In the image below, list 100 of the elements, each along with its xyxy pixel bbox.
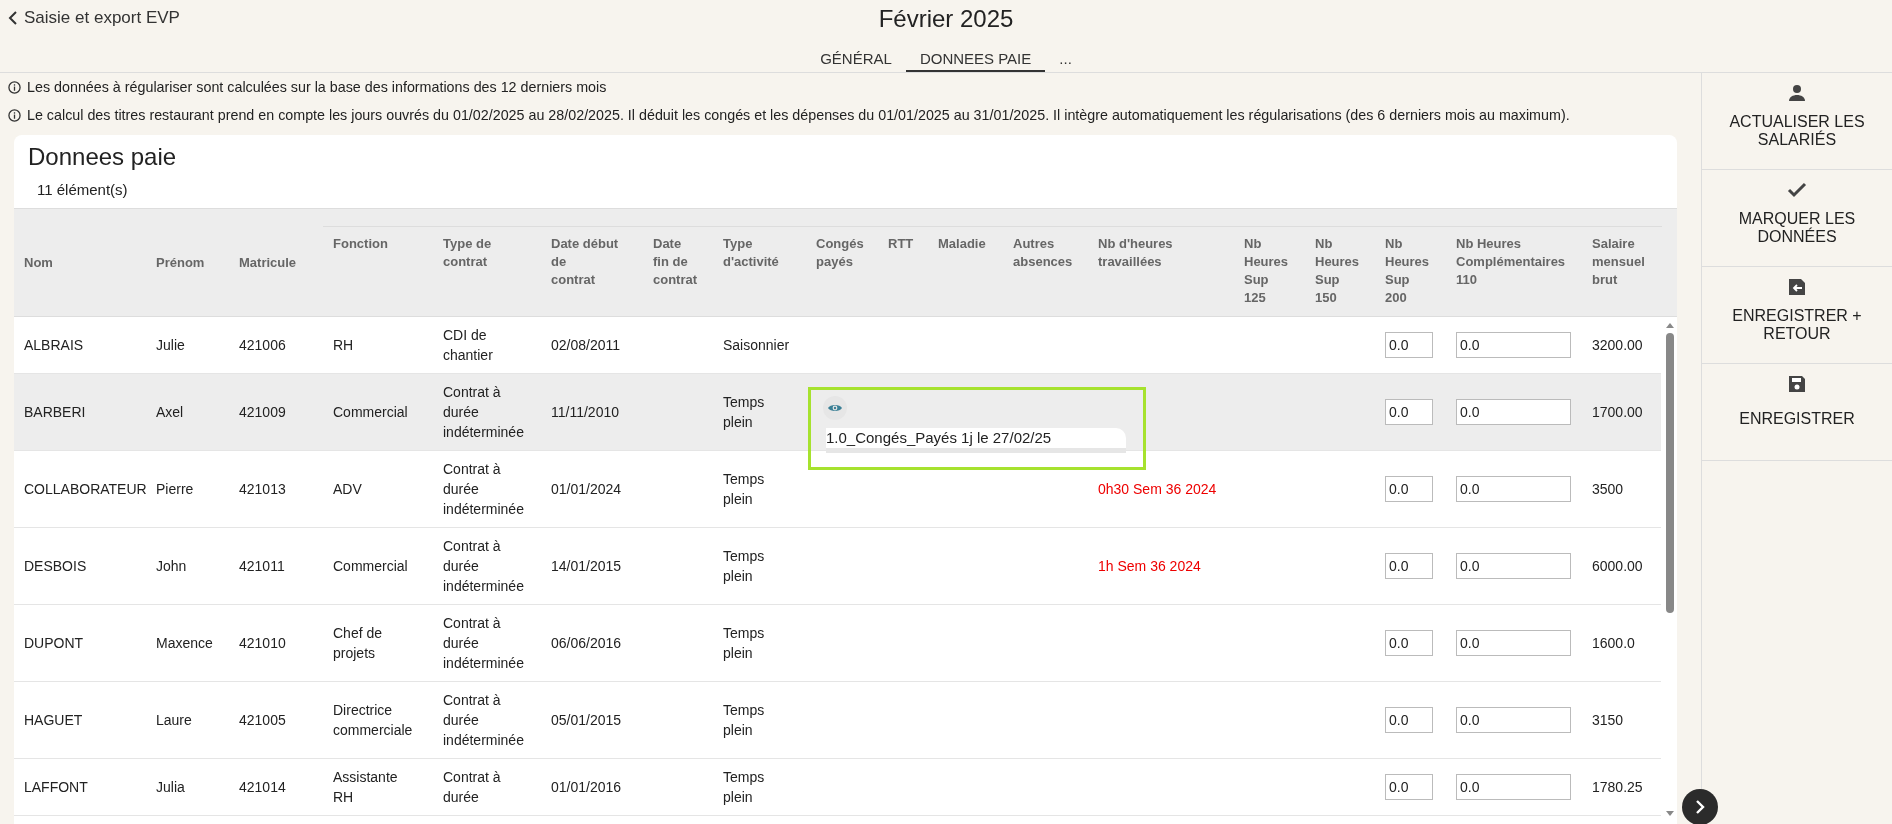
table-cell-text: ALBRAIS: [23, 336, 85, 355]
table-row[interactable]: COLLABORATEUR Pierre 421013 ADV Contrat à durée indéterminée 01/01/2024 Temps plein 0h30 Sem 36 2024 0.0 0.0 3500: [14, 451, 1661, 528]
table-cell-text: CDI de chantier: [442, 326, 494, 365]
column-header: Prénom: [155, 253, 206, 272]
table-cell-text: John: [155, 557, 188, 576]
table-cell-text: Directrice commerciale: [332, 701, 414, 740]
table-cell-text: 421005: [238, 711, 287, 730]
table-cell-text: HAGUET: [23, 711, 84, 730]
table-cell-text: 1600.0: [1591, 634, 1636, 653]
hours-input[interactable]: 0.0: [1385, 332, 1433, 358]
table-cell-text: Saisonnier: [722, 336, 791, 355]
column-header: Congés payés: [806, 226, 878, 315]
table-cell-text: 14/01/2015: [550, 557, 623, 576]
absence-detail: 1.0_Congés_Payés 1j le 27/02/25: [826, 428, 1126, 453]
table-cell-text: 05/01/2015: [550, 711, 623, 730]
table-title: Donnees paie: [27, 142, 178, 171]
table-cell-text: Temps plein: [722, 547, 766, 586]
hours-input[interactable]: 0.0: [1456, 553, 1571, 579]
table-cell-text: Temps plein: [722, 768, 766, 807]
table-cell-text: BARBERI: [23, 403, 87, 422]
tab[interactable]: GÉNÉRAL: [806, 47, 906, 72]
table-cell-text: Julie: [155, 336, 186, 355]
column-header: Date fin de contrat: [643, 226, 713, 315]
tab[interactable]: DONNEES PAIE: [905, 47, 1046, 72]
table-cell-text: Temps plein: [722, 393, 766, 432]
table-cell-text: 421011: [238, 557, 286, 576]
hours-input[interactable]: 0.0: [1456, 399, 1571, 425]
action-button[interactable]: ENREGISTRER: [1702, 364, 1892, 461]
hours-input[interactable]: 0.0: [1385, 774, 1433, 800]
column-header: Nb Heures Sup 125: [1234, 226, 1305, 315]
column-header: Fonction: [323, 226, 433, 315]
hours-input[interactable]: 0.0: [1385, 707, 1433, 733]
table-row[interactable]: LAFFONT Julia 421014 Assistante RH Contrat à durée 01/01/2016 Temps plein 0.0 0.0 1780.25: [14, 759, 1661, 816]
column-header: Nb Heures Complémentaires 110: [1446, 226, 1582, 315]
column-header: Type d'activité: [713, 226, 806, 315]
table-cell-text: ADV: [332, 480, 363, 499]
person-icon: [1787, 83, 1807, 103]
table-cell-text: 06/06/2016: [550, 634, 623, 653]
notice-text: Les données à régulariser sont calculées sur la base des informations des 12 derniers mois: [27, 79, 607, 95]
notice-text: Le calcul des titres restaurant prend en compte les jours ouvrés du 01/02/2025 au 28/02/2025. Il déduit les congés et les dépenses du 01/01/2025 au 31/01/2025. Il intègre automatiquement les régularisations (des 6 derniers mois au maximum).: [27, 107, 1570, 123]
table-cell-text: Temps plein: [722, 470, 766, 509]
next-button[interactable]: [1682, 789, 1718, 824]
table-cell-text: Assistante RH: [332, 768, 399, 807]
table-cell-text: Axel: [155, 403, 185, 422]
table-cell-text: 3150: [1591, 711, 1625, 730]
checkmark-icon: [1787, 180, 1807, 200]
column-header: Nb Heures Sup 200: [1375, 226, 1446, 315]
chevron-left-icon: [8, 11, 18, 25]
table-cell-text: Contrat à durée indéterminée: [442, 614, 525, 673]
action-button[interactable]: ACTUALISER LES SALARIÉS: [1702, 73, 1892, 170]
save-icon: [1787, 374, 1807, 394]
table-cell-text: 1780.25: [1591, 778, 1644, 797]
hours-input[interactable]: 0.0: [1385, 476, 1433, 502]
hours-input[interactable]: 0.0: [1385, 630, 1433, 656]
hours-input[interactable]: 0.0: [1385, 553, 1433, 579]
table-cell-text: Contrat à durée indéterminée: [442, 383, 525, 442]
table-cell-text: Chef de projets: [332, 624, 384, 663]
action-button[interactable]: ENREGISTRER + RETOUR: [1702, 267, 1892, 364]
table-cell-text: Julia: [155, 778, 186, 797]
table-cell-text: 6000.00: [1591, 557, 1644, 576]
table-cell-text: 3200.00: [1591, 336, 1644, 355]
table-cell-text: DESBOIS: [23, 557, 88, 576]
table-cell-text: Contrat à durée: [442, 768, 502, 807]
table-cell-text: Temps plein: [722, 701, 766, 740]
column-header: Matricule: [238, 253, 298, 272]
column-header: Autres absences: [1003, 226, 1088, 315]
hours-input[interactable]: 0.0: [1456, 630, 1571, 656]
table-cell-text: 01/01/2024: [550, 480, 623, 499]
column-header: Date début de contrat: [541, 226, 643, 315]
table-cell-text: Contrat à durée indéterminée: [442, 460, 525, 519]
table-cell-text: DUPONT: [23, 634, 85, 653]
table-cell-text: 1h Sem 36 2024: [1097, 557, 1202, 576]
table-cell-text: LAFFONT: [23, 778, 89, 797]
info-icon: [8, 80, 21, 94]
hours-input[interactable]: 0.0: [1456, 332, 1571, 358]
action-button[interactable]: MARQUER LES DONNÉES: [1702, 170, 1892, 267]
item-count: 11 élément(s): [36, 180, 129, 200]
column-header: Type de contrat: [433, 226, 541, 315]
tab[interactable]: ...: [1045, 47, 1086, 72]
table-row[interactable]: HAGUET Laure 421005 Directrice commerciale Contrat à durée indéterminée 05/01/2015 Temps plein 0.0 0.0 3150: [14, 682, 1661, 759]
info-icon: [8, 108, 21, 122]
table-cell-text: 02/08/2011: [550, 336, 622, 355]
table-cell-text: Pierre: [155, 480, 195, 499]
table-cell-text: RH: [332, 336, 355, 355]
hours-input[interactable]: 0.0: [1456, 707, 1571, 733]
table-row[interactable]: DUPONT Maxence 421010 Chef de projets Contrat à durée indéterminée 06/06/2016 Temps plein 0.0 0.0 1600.0: [14, 605, 1661, 682]
hours-input[interactable]: 0.0: [1456, 774, 1571, 800]
table-cell-text: 421013: [238, 480, 287, 499]
save-return-icon: [1787, 277, 1807, 297]
table-cell-text: 421009: [238, 403, 287, 422]
hours-input[interactable]: 0.0: [1456, 476, 1571, 502]
eye-icon[interactable]: [823, 396, 847, 420]
table-row[interactable]: DESBOIS John 421011 Commercial Contrat à durée indéterminée 14/01/2015 Temps plein 1h Sem 36 2024 0.0 0.0 6000.00: [14, 528, 1661, 605]
hours-input[interactable]: 0.0: [1385, 399, 1433, 425]
table-cell-text: 3500: [1591, 480, 1625, 499]
table-cell-text: COLLABORATEUR: [23, 480, 146, 499]
table-cell-text: Temps plein: [722, 624, 766, 663]
back-link[interactable]: Saisie et export EVP: [8, 8, 180, 28]
table-cell-text: Contrat à durée indéterminée: [442, 537, 525, 596]
table-cell-text: 421006: [238, 336, 287, 355]
